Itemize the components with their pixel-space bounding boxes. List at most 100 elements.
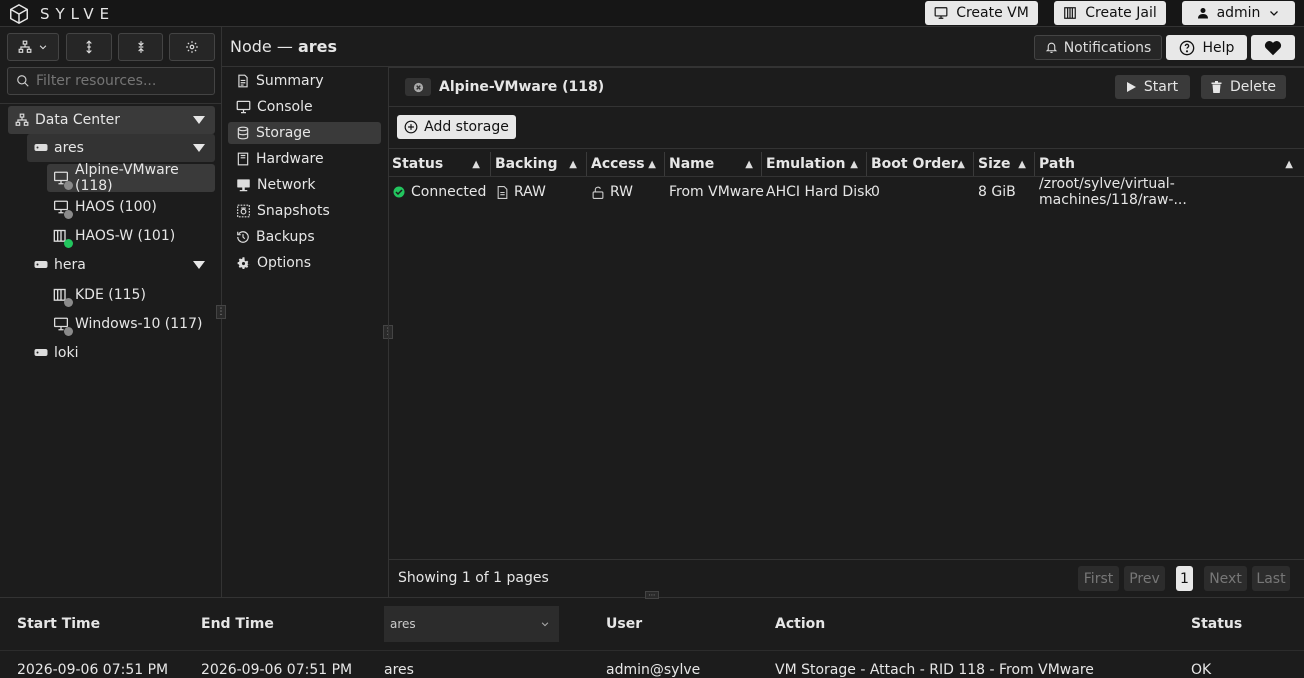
tree-node-hera[interactable]: hera xyxy=(34,251,215,279)
cell-path: /zroot/sylve/virtual-machines/118/raw-..… xyxy=(1039,176,1187,208)
search-icon xyxy=(16,74,30,88)
sort-asc-icon: ▲ xyxy=(957,158,965,170)
collapse-all-button[interactable] xyxy=(118,33,163,61)
network-icon xyxy=(15,113,29,127)
file-icon xyxy=(497,185,508,199)
sort-asc-icon: ▲ xyxy=(472,158,480,170)
caret-down-icon[interactable] xyxy=(192,143,206,153)
caret-down-icon[interactable] xyxy=(192,260,206,270)
jail-icon xyxy=(53,288,73,307)
sort-asc-icon: ▲ xyxy=(1018,158,1026,170)
network-icon xyxy=(236,178,251,192)
menu-console[interactable]: Console xyxy=(228,96,381,118)
tree-jail-haos-w[interactable]: HAOS-W (101) xyxy=(53,222,175,250)
node-label: hera xyxy=(54,257,86,273)
create-vm-button[interactable]: Create VM xyxy=(925,1,1038,25)
column-divider xyxy=(1034,152,1035,176)
node-label: ares xyxy=(54,140,84,156)
tree-datacenter[interactable]: Data Center xyxy=(8,106,215,134)
caret-down-icon[interactable] xyxy=(192,115,206,125)
user-name: admin xyxy=(1216,5,1261,21)
node-prefix: Node — xyxy=(230,37,293,56)
monitor-icon xyxy=(236,100,251,114)
pagination-status: Showing 1 of 1 pages xyxy=(398,570,549,586)
create-jail-button[interactable]: Create Jail xyxy=(1054,1,1166,25)
tree-jail-kde[interactable]: KDE (115) xyxy=(53,281,146,309)
status-dot-stopped xyxy=(64,297,73,307)
donate-button[interactable] xyxy=(1251,35,1295,60)
column-header-name[interactable]: Name ▲ xyxy=(669,152,761,176)
status-dot-stopped xyxy=(64,181,73,190)
plus-circle-icon xyxy=(404,120,418,134)
menu-hardware[interactable]: Hardware xyxy=(228,148,381,170)
sidebar-divider xyxy=(0,103,222,104)
server-icon xyxy=(34,348,48,358)
expand-all-button[interactable] xyxy=(66,33,112,61)
log-resize-handle[interactable]: ⋯ xyxy=(645,591,659,599)
log-header-action[interactable]: Action xyxy=(775,616,825,632)
logo[interactable]: SYLVE xyxy=(8,3,115,25)
log-header-status[interactable]: Status xyxy=(1191,616,1242,632)
filter-resources-field[interactable] xyxy=(7,67,215,95)
prev-page-button[interactable]: Prev xyxy=(1124,566,1165,591)
jail-icon xyxy=(1063,6,1077,20)
log-header-user[interactable]: User xyxy=(606,616,642,632)
cell-size: 8 GiB xyxy=(978,184,1016,200)
settings-button[interactable] xyxy=(169,33,215,61)
column-header-access[interactable]: Access ▲ xyxy=(591,152,664,176)
tree-node-loki[interactable]: loki xyxy=(34,339,78,367)
column-header-size[interactable]: Size ▲ xyxy=(978,152,1034,176)
log-header-end-time[interactable]: End Time xyxy=(201,616,274,632)
menu-snapshots[interactable]: Snapshots xyxy=(228,200,381,222)
close-tab-button[interactable] xyxy=(405,78,431,96)
column-header-status[interactable]: Status ▲ xyxy=(392,152,488,176)
vm-label: Windows-10 (117) xyxy=(75,316,203,332)
page-title: Node — ares xyxy=(230,37,337,56)
menu-summary[interactable]: Summary xyxy=(228,70,381,92)
column-header-path[interactable]: Path ▲ xyxy=(1039,152,1301,176)
create-jail-label: Create Jail xyxy=(1085,5,1157,21)
collapse-icon xyxy=(134,40,148,54)
menu-options[interactable]: Options xyxy=(228,252,381,274)
log-cell-action: VM Storage - Attach - RID 118 - From VMw… xyxy=(775,662,1094,678)
user-icon xyxy=(1197,7,1209,19)
help-button[interactable]: Help xyxy=(1166,35,1247,60)
create-vm-label: Create VM xyxy=(956,5,1029,21)
add-storage-button[interactable]: Add storage xyxy=(397,115,516,139)
sidebar-resize-handle[interactable]: ⋮ xyxy=(216,305,226,319)
tree-vm-alpine-vmware[interactable]: Alpine-VMware (118) xyxy=(47,162,215,194)
user-menu-button[interactable]: admin xyxy=(1182,1,1295,25)
notifications-label: Notifications xyxy=(1063,39,1152,56)
camera-icon xyxy=(236,204,251,218)
gear-icon xyxy=(185,40,199,54)
tree-vm-haos[interactable]: HAOS (100) xyxy=(53,193,157,221)
notifications-button[interactable]: Notifications xyxy=(1034,35,1162,60)
tree-node-ares[interactable]: ares xyxy=(27,134,215,162)
first-page-button[interactable]: First xyxy=(1078,566,1119,591)
menu-network[interactable]: Network xyxy=(228,174,381,196)
column-divider xyxy=(866,152,867,176)
column-header-emulation[interactable]: Emulation ▲ xyxy=(766,152,866,176)
filter-resources-input[interactable] xyxy=(36,73,206,89)
tree-vm-windows-10[interactable]: Windows-10 (117) xyxy=(53,310,202,338)
cell-boot-order: 0 xyxy=(871,184,880,200)
tree-view-toggle[interactable] xyxy=(7,33,59,61)
cell-emulation: AHCI Hard Disk xyxy=(766,184,873,200)
column-header-boot-order[interactable]: Boot Order ▲ xyxy=(871,152,973,176)
delete-button[interactable]: Delete xyxy=(1201,75,1286,99)
column-header-backing[interactable]: Backing ▲ xyxy=(495,152,585,176)
menu-backups[interactable]: Backups xyxy=(228,226,381,248)
start-button[interactable]: Start xyxy=(1115,75,1190,99)
log-cell-end-time: 2026-09-06 07:51 PM xyxy=(201,662,353,678)
log-node-filter-select[interactable]: ares xyxy=(384,606,559,642)
monitor-icon xyxy=(934,6,948,20)
menu-storage[interactable]: Storage xyxy=(228,122,381,144)
log-cell-node: ares xyxy=(384,662,414,678)
page-number-button[interactable]: 1 xyxy=(1176,566,1193,591)
node-filter-value: ares xyxy=(390,617,416,631)
next-page-button[interactable]: Next xyxy=(1204,566,1247,591)
log-header-start-time[interactable]: Start Time xyxy=(17,616,100,632)
unlock-icon xyxy=(592,186,604,199)
last-page-button[interactable]: Last xyxy=(1252,566,1290,591)
column-divider xyxy=(761,152,762,176)
